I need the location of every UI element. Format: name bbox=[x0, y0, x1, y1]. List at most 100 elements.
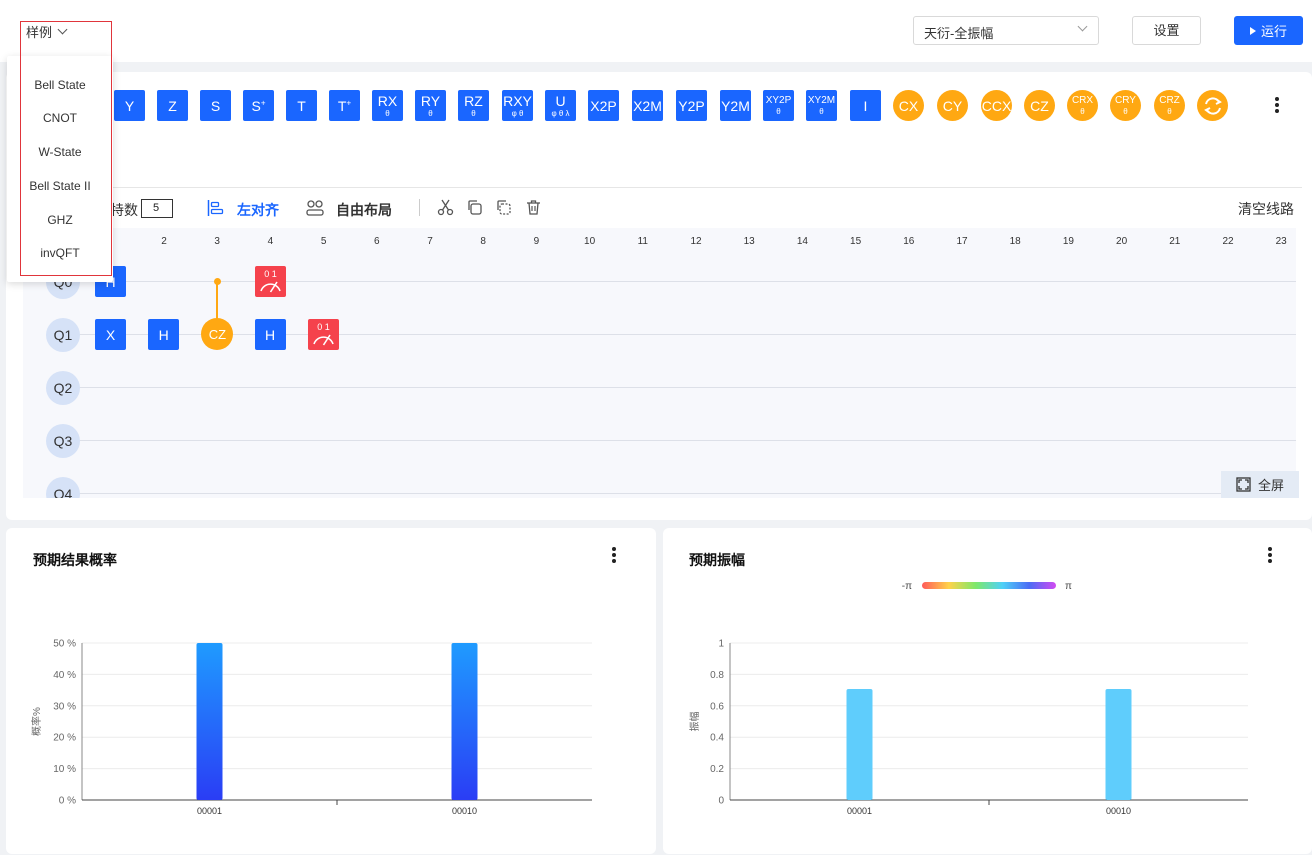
bar-00010 bbox=[1105, 689, 1132, 800]
examples-dropdown-button[interactable]: 样例 bbox=[26, 22, 68, 41]
copy-icon[interactable] bbox=[466, 199, 483, 216]
column-number: 19 bbox=[1062, 236, 1074, 247]
column-number: 13 bbox=[743, 236, 755, 247]
example-item-cnot[interactable]: CNOT bbox=[7, 111, 113, 125]
qubit-wire bbox=[63, 387, 1296, 388]
example-item-invqft[interactable]: invQFT bbox=[7, 246, 113, 260]
measure-gate[interactable]: 0 1 bbox=[307, 319, 339, 350]
more-options-icon[interactable] bbox=[1275, 97, 1279, 113]
example-item-bell-state-ii[interactable]: Bell State II bbox=[7, 179, 113, 193]
circuit-gate-cz[interactable]: CZ bbox=[201, 318, 234, 350]
example-item-bell-state[interactable]: Bell State bbox=[7, 78, 113, 92]
column-number: 2 bbox=[161, 236, 167, 247]
gate-s-dagger-button[interactable]: S+ bbox=[243, 90, 274, 121]
cz-control-dot[interactable] bbox=[213, 278, 221, 285]
gate-cry-button[interactable]: CRY θ bbox=[1110, 90, 1141, 121]
gate-cx-button[interactable]: CX bbox=[893, 90, 924, 121]
run-button[interactable]: 运行 bbox=[1234, 16, 1303, 45]
gate-y2m-button[interactable]: Y2M bbox=[720, 90, 751, 121]
gate-rxy-button[interactable]: RXY φ θ bbox=[502, 90, 533, 121]
gate-rz-button[interactable]: RZ θ bbox=[458, 90, 489, 121]
settings-button[interactable]: 设置 bbox=[1132, 16, 1201, 45]
toolbar-divider bbox=[419, 199, 420, 216]
gate-x2m-button[interactable]: X2M bbox=[632, 90, 663, 121]
column-number: 5 bbox=[320, 236, 327, 247]
gate-u-button[interactable]: Uφ θ λ bbox=[545, 90, 576, 121]
clear-circuit-button[interactable]: 清空线路 bbox=[1238, 199, 1294, 219]
y-tick-label: 20 % bbox=[53, 733, 76, 744]
qubit-label-q4[interactable]: Q4 bbox=[46, 477, 80, 498]
y-tick-label: 0.4 bbox=[710, 733, 724, 744]
bar-00001 bbox=[846, 689, 873, 800]
chevron-down-icon bbox=[1077, 21, 1088, 32]
y-tick-label: 0.8 bbox=[710, 670, 724, 681]
chevron-down-icon bbox=[57, 24, 68, 35]
example-item-w-state[interactable]: W-State bbox=[7, 145, 113, 159]
top-bar: 样例 天衍-全振幅 设置 运行 bbox=[0, 0, 1312, 62]
gate-xy2m-button[interactable]: XY2M θ bbox=[806, 90, 837, 121]
column-number: 7 bbox=[427, 236, 433, 247]
paste-icon[interactable] bbox=[495, 199, 512, 216]
y-axis-label: 振幅 bbox=[688, 712, 701, 732]
y-tick-label: 0 % bbox=[59, 796, 76, 807]
gate-ry-button[interactable]: RY θ bbox=[415, 90, 446, 121]
column-number: 11 bbox=[637, 236, 648, 247]
qubit-label-q1[interactable]: Q1 bbox=[46, 318, 80, 352]
y-tick-label: 30 % bbox=[53, 701, 76, 712]
column-number: 10 bbox=[584, 236, 596, 247]
divider bbox=[18, 187, 1302, 188]
gate-t-dagger-button[interactable]: T+ bbox=[329, 90, 360, 121]
gate-s-button[interactable]: S bbox=[200, 90, 231, 121]
gate-xy2p-button[interactable]: XY2P θ bbox=[763, 90, 794, 121]
align-left-icon[interactable] bbox=[207, 200, 224, 216]
free-layout-icon[interactable] bbox=[306, 200, 324, 216]
column-number: 20 bbox=[1116, 236, 1128, 247]
amplitude-panel: 预期振幅 0 0.2 0.4 0.6 0.8 1 振幅 00001 00010 -π π bbox=[663, 528, 1312, 854]
gate-i-button[interactable]: I bbox=[850, 90, 881, 121]
measure-gate[interactable]: 0 1 bbox=[254, 266, 286, 297]
qubit-count-input[interactable]: 5 bbox=[141, 199, 173, 218]
y-tick-label: 1 bbox=[718, 639, 724, 650]
y-axis-label: 概率% bbox=[30, 707, 43, 736]
gate-x2p-button[interactable]: X2P bbox=[588, 90, 619, 121]
circuit-gate-x[interactable]: X bbox=[95, 319, 126, 350]
gate-cz-button[interactable]: CZ bbox=[1024, 90, 1055, 121]
y-tick-label: 40 % bbox=[53, 670, 76, 681]
gate-crz-button[interactable]: CRZ θ bbox=[1154, 90, 1185, 121]
align-left-button[interactable]: 左对齐 bbox=[237, 200, 279, 220]
gate-t-button[interactable]: T bbox=[286, 90, 317, 121]
circuit-gate-h[interactable]: H bbox=[254, 319, 286, 350]
qubit-wire bbox=[63, 440, 1296, 441]
gate-y2p-button[interactable]: Y2P bbox=[676, 90, 707, 121]
free-layout-button[interactable]: 自由布局 bbox=[336, 200, 392, 220]
column-number: 16 bbox=[903, 236, 915, 247]
fullscreen-label: 全屏 bbox=[1257, 478, 1284, 493]
gate-z-button[interactable]: Z bbox=[157, 90, 188, 121]
gate-ccx-button[interactable]: CCX bbox=[981, 90, 1012, 121]
gate-rx-button[interactable]: RX θ bbox=[372, 90, 403, 121]
gate-cy-button[interactable]: CY bbox=[937, 90, 968, 121]
qubit-label-q3[interactable]: Q3 bbox=[46, 424, 80, 458]
fullscreen-button[interactable]: 全屏 bbox=[1221, 471, 1299, 498]
gate-crx-button[interactable]: CRX θ bbox=[1067, 90, 1098, 121]
delete-icon[interactable] bbox=[525, 199, 542, 216]
x-tick-label: 00010 bbox=[452, 806, 477, 816]
qubit-label-q2[interactable]: Q2 bbox=[46, 371, 80, 405]
example-item-ghz[interactable]: GHZ bbox=[7, 213, 113, 227]
swap-gate-icon[interactable] bbox=[1197, 90, 1228, 121]
legend-min-label: -π bbox=[902, 581, 912, 592]
qubit-wire bbox=[63, 493, 1296, 494]
backend-select[interactable]: 天衍-全振幅 bbox=[913, 16, 1099, 45]
measure-label: 0 1 bbox=[317, 322, 330, 332]
column-number: 23 bbox=[1275, 236, 1287, 247]
y-tick-label: 0.2 bbox=[710, 764, 724, 775]
column-number: 6 bbox=[374, 236, 380, 247]
circuit-gate-h[interactable]: H bbox=[148, 319, 180, 350]
gate-y-button[interactable]: Y bbox=[114, 90, 145, 121]
cut-icon[interactable] bbox=[437, 199, 454, 216]
circuit-canvas[interactable]: 2 3 4 5 6 7 8 9 10 11 12 13 14 15 16 17 18 19 20 21 22 23 Q0 Q1… bbox=[23, 228, 1296, 498]
column-number: 22 bbox=[1222, 236, 1234, 247]
column-number: 15 bbox=[850, 236, 862, 247]
column-number: 3 bbox=[214, 236, 220, 247]
column-number: 17 bbox=[956, 236, 968, 247]
